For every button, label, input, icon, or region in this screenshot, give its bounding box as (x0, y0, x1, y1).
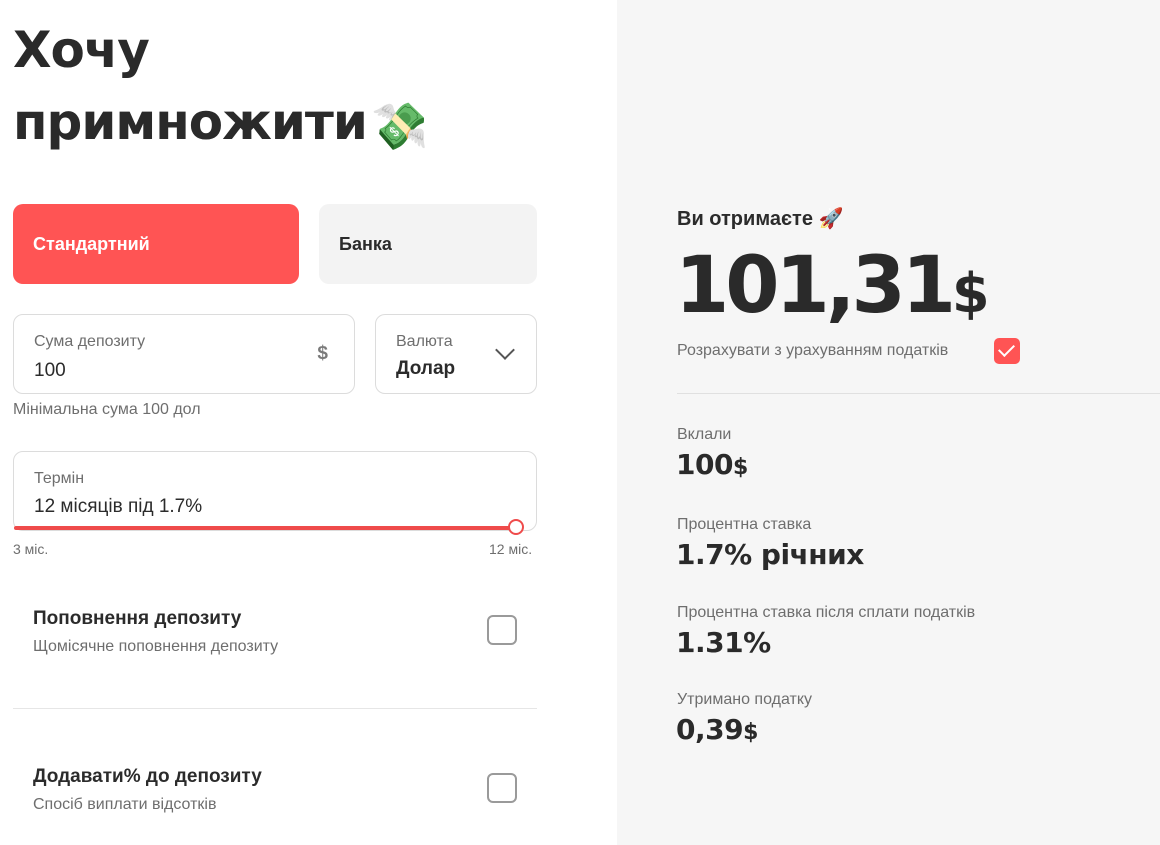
currency-select[interactable]: Валюта Долар (375, 314, 537, 394)
page-title: Хочу примножити💸 (13, 14, 428, 162)
tax-calc-checkbox[interactable] (994, 338, 1020, 364)
deposit-type-jar-label: Банка (339, 233, 392, 254)
term-range-max: 12 міс. (489, 541, 533, 557)
option-add-interest-subtitle: Спосіб виплати відсотків (33, 796, 217, 813)
page-title-line2: примножити (13, 93, 368, 151)
deposit-type-standard-label: Стандартний (33, 233, 150, 254)
calculator-form: Хочу примножити💸 Стандартний Банка Сума … (0, 0, 617, 845)
term-range-min: 3 міс. (13, 541, 49, 557)
deposit-type-jar-button[interactable]: Банка (319, 204, 537, 284)
option-add-interest-checkbox[interactable] (487, 773, 517, 803)
deposit-sum-hint: Мінімальна сума 100 дол (13, 401, 201, 418)
dollar-icon: $ (317, 343, 328, 364)
rate-label: Процентна ставка (677, 516, 812, 533)
option-replenish-subtitle: Щомісячне поповнення депозиту (33, 638, 279, 655)
result-label-text: Ви отримаєте (677, 208, 813, 230)
result-label: Ви отримаєте 🚀 (677, 206, 843, 231)
money-wings-icon: 💸 (370, 98, 428, 153)
tax-withheld-amount: 0,39 (676, 713, 744, 746)
term-slider-track[interactable] (14, 526, 516, 530)
deposit-sum-field[interactable]: Сума депозиту 100 $ (13, 314, 355, 394)
deposit-sum-input[interactable]: 100 (34, 360, 66, 382)
invested-amount: 100 (676, 448, 733, 481)
invested-currency: $ (732, 455, 748, 480)
result-amount: 101,31$ (675, 238, 990, 342)
result-divider (677, 393, 1160, 394)
term-field: Термін 12 місяців під 1.7% (13, 451, 537, 535)
tax-calc-label: Розрахувати з урахуванням податків (677, 342, 949, 359)
deposit-type-standard-button[interactable]: Стандартний (13, 204, 299, 284)
invested-value: 100$ (676, 448, 748, 481)
invested-label: Вклали (677, 426, 732, 443)
tax-withheld-value: 0,39$ (676, 713, 758, 746)
currency-label: Валюта (396, 333, 453, 350)
page-title-line1: Хочу (13, 21, 150, 79)
deposit-sum-label: Сума депозиту (34, 333, 146, 350)
chevron-down-icon[interactable] (495, 340, 515, 360)
result-amount-currency: $ (952, 262, 990, 325)
currency-value: Долар (396, 358, 456, 379)
term-slider-thumb[interactable] (508, 519, 524, 535)
rate-value: 1.7% річних (676, 538, 864, 571)
options-divider (13, 708, 537, 709)
rate-after-tax-label: Процентна ставка після сплати податків (677, 604, 976, 621)
term-value: 12 місяців під 1.7% (34, 496, 203, 517)
term-label: Термін (34, 470, 85, 487)
rocket-icon: 🚀 (818, 208, 844, 230)
tax-withheld-currency: $ (743, 720, 758, 745)
option-add-interest-title: Додавати% до депозиту (33, 766, 262, 787)
result-panel: Ви отримаєте 🚀 101,31$ Розрахувати з ура… (617, 0, 1160, 845)
tax-withheld-label: Утримано податку (677, 691, 813, 708)
option-replenish-checkbox[interactable] (487, 615, 517, 645)
result-amount-value: 101,31 (675, 241, 956, 331)
option-replenish-title: Поповнення депозиту (33, 608, 242, 629)
rate-after-tax-value: 1.31% (676, 626, 771, 659)
